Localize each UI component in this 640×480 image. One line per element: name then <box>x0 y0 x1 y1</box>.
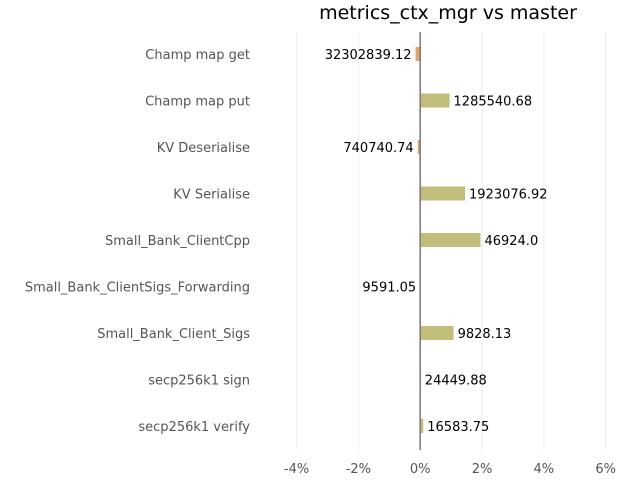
bar-chart: metrics_ctx_mgr vs master Champ map getC… <box>25 2 616 477</box>
chart-root: metrics_ctx_mgr vs master Champ map get C… <box>0 0 640 480</box>
x-tick-label: 0% <box>410 462 431 477</box>
bar <box>420 233 481 247</box>
bar <box>420 326 454 340</box>
category-label: KV Deserialise <box>157 141 250 156</box>
category-label: secp256k1 verify <box>138 420 250 435</box>
data-label: 740740.74 <box>343 141 413 156</box>
category-label: Small_Bank_ClientCpp <box>105 234 250 249</box>
bar <box>420 186 465 201</box>
x-tick-label: 2% <box>472 462 493 477</box>
x-tick-label: -4% <box>284 462 309 477</box>
x-tick-label: 6% <box>595 462 616 477</box>
category-labels: Champ map get Champ map put KV Deserialise… <box>25 48 250 435</box>
data-label: 9828.13 <box>458 327 512 342</box>
category-label: Small_Bank_ClientSigs_Forwarding <box>25 281 250 296</box>
x-tick-label: 4% <box>534 462 555 477</box>
chart-title: metrics_ctx_mgr vs master <box>319 2 577 24</box>
category-label: Champ map get <box>145 48 250 63</box>
data-label: 16583.75 <box>427 420 489 435</box>
category-label: Champ map put <box>145 95 250 110</box>
data-label: 24449.88 <box>425 374 487 389</box>
x-tick-labels: -4% -2% 0% 2% 4% 6% <box>284 462 616 477</box>
category-label: secp256k1 sign <box>148 374 250 389</box>
data-label: 32302839.12 <box>325 48 412 63</box>
category-label: KV Serialise <box>173 188 250 203</box>
data-label: 1285540.68 <box>454 95 533 110</box>
data-label: 1923076.92 <box>469 188 548 203</box>
data-label: 46924.0 <box>484 234 538 249</box>
data-label: 9591.05 <box>362 281 416 296</box>
x-tick-label: -2% <box>346 462 371 477</box>
category-label: Small_Bank_Client_Sigs <box>97 327 250 342</box>
bar <box>420 93 450 108</box>
